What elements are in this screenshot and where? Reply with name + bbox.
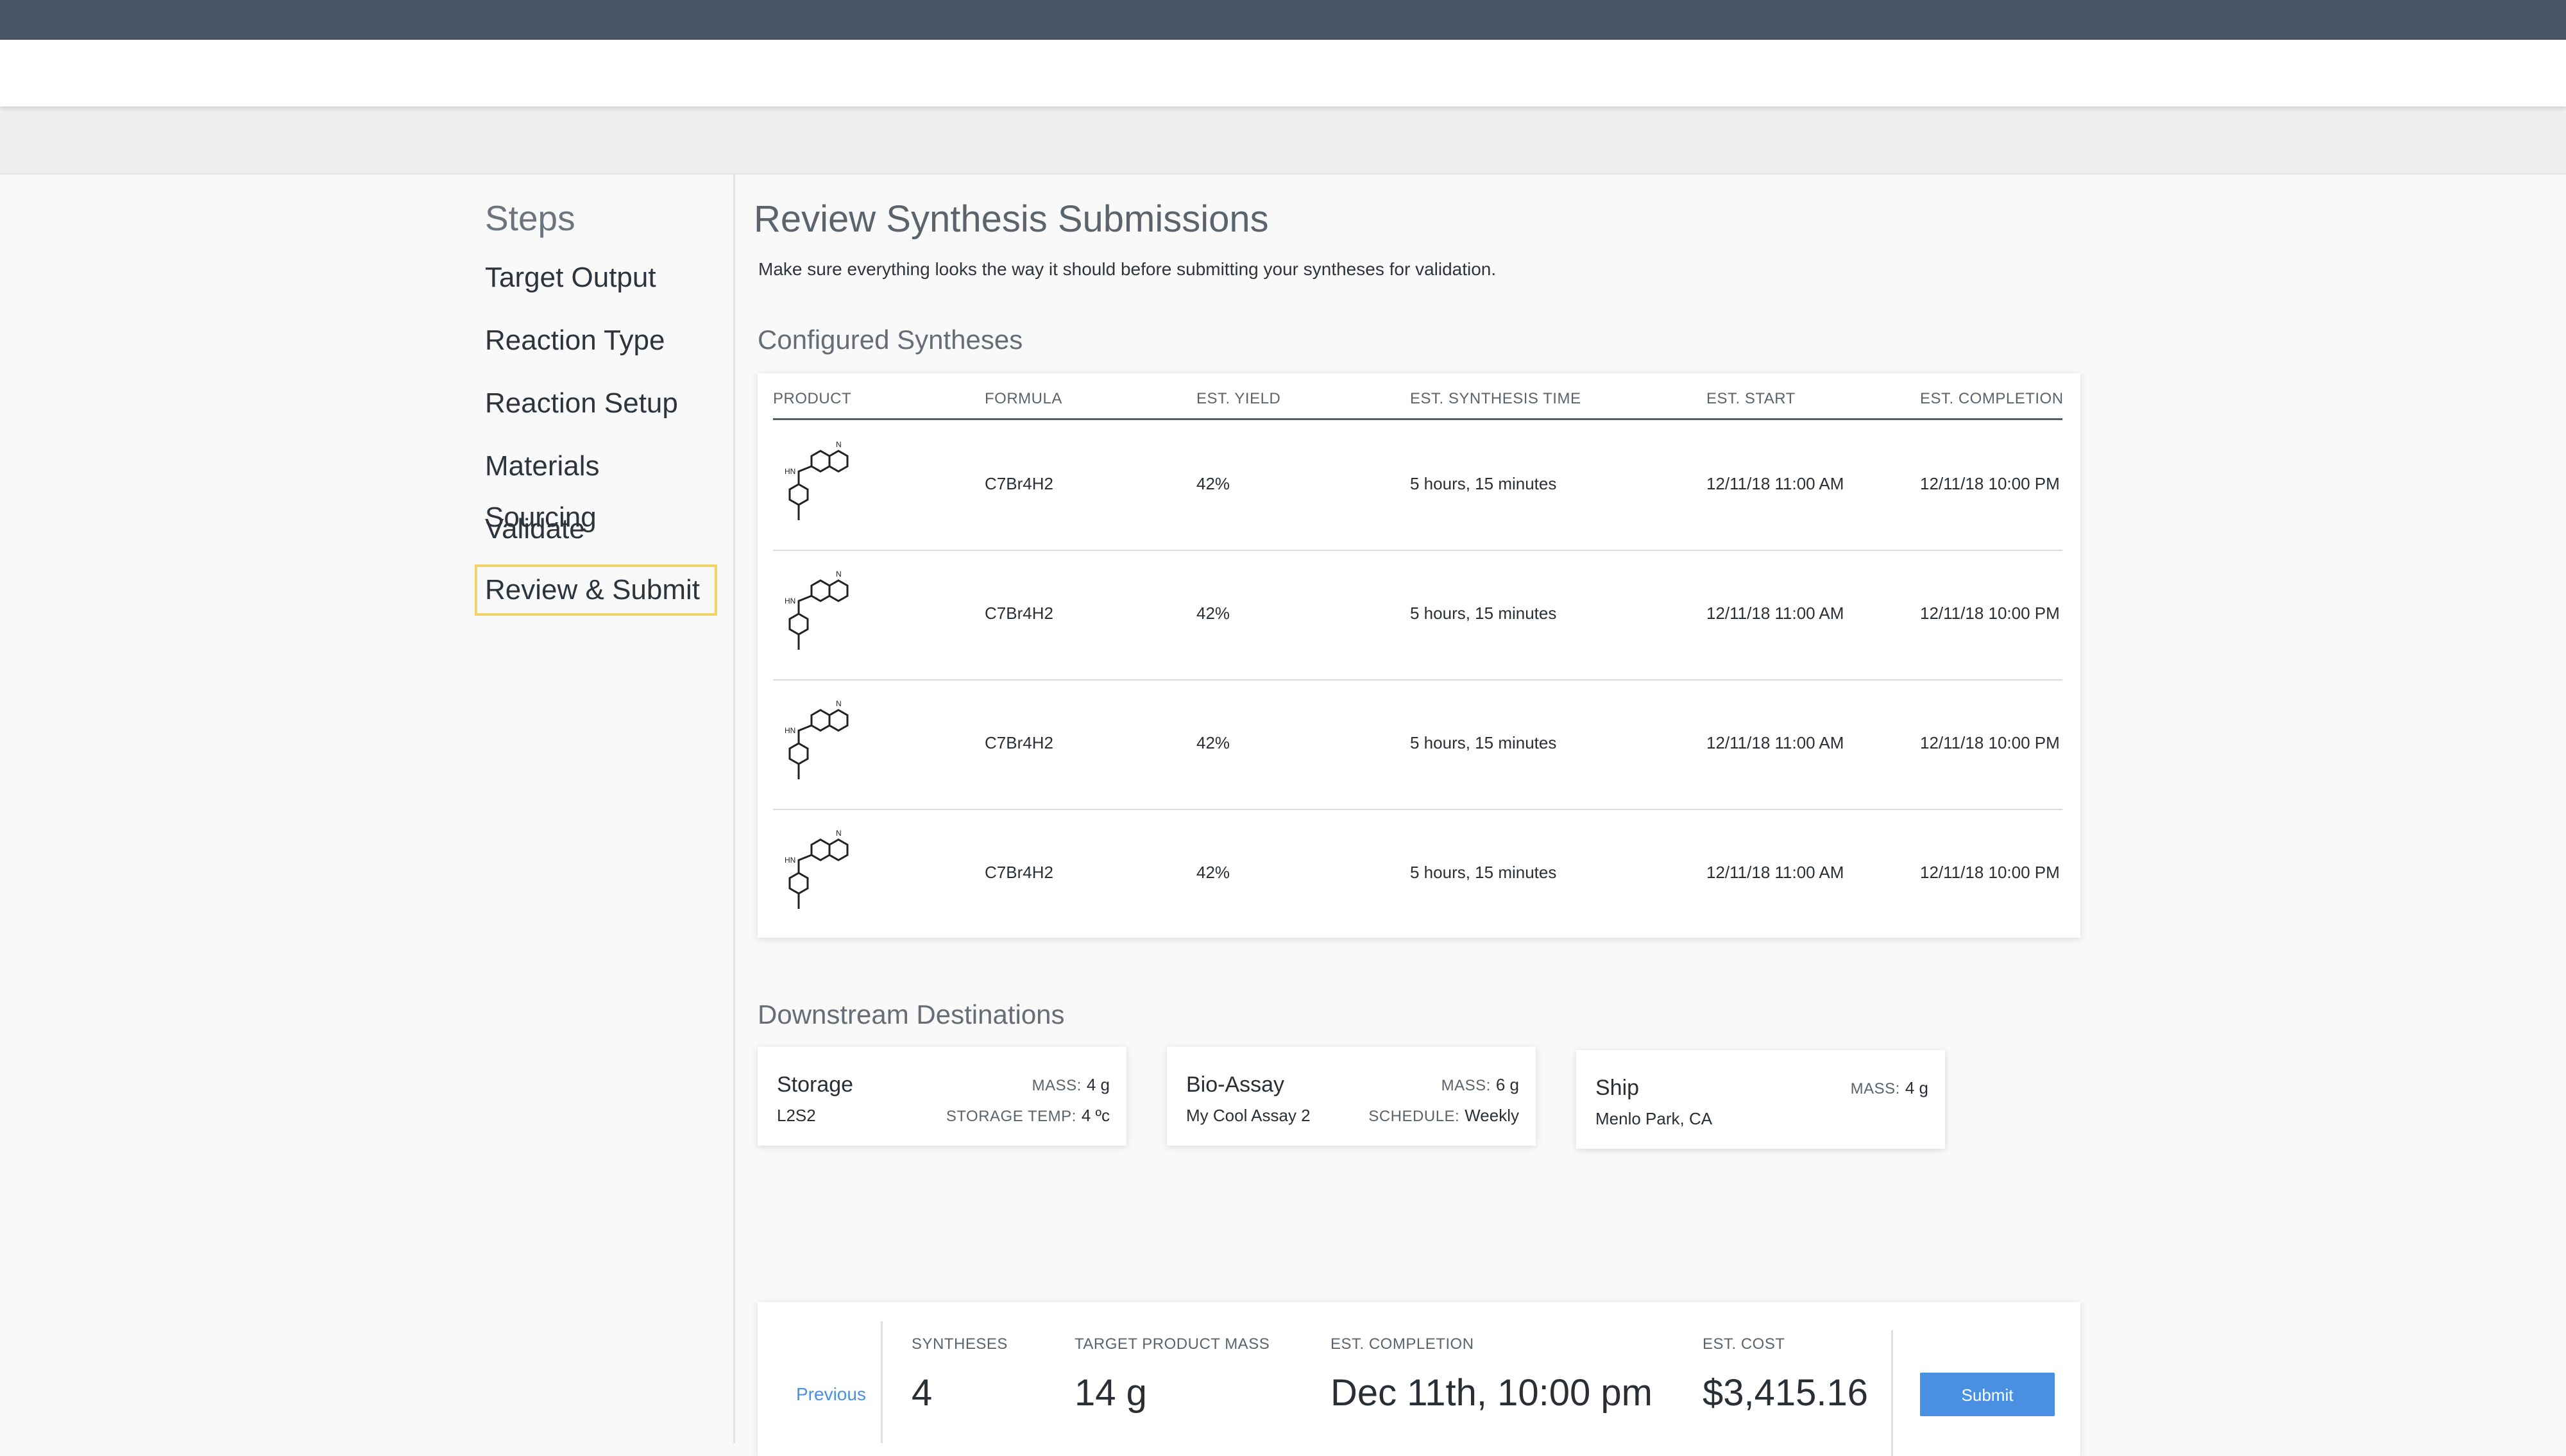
molecule-structure-icon: HN N bbox=[785, 829, 849, 909]
destination-detail: L2S2 bbox=[777, 1106, 816, 1125]
molecule-label-hn: HN bbox=[785, 856, 795, 865]
destination-mass: MASS: 6 g bbox=[1441, 1075, 1519, 1095]
est-completion-label: EST. COMPLETION bbox=[1330, 1335, 1474, 1353]
table-row[interactable]: HN N C7Br4H2 42% 5 hours, 15 minutes 12/… bbox=[773, 679, 2062, 810]
syntheses-label: SYNTHESES bbox=[912, 1335, 1008, 1353]
cell-formula: C7Br4H2 bbox=[985, 604, 1053, 623]
step-validate[interactable]: Validate bbox=[475, 504, 717, 555]
syntheses-table: PRODUCT FORMULA EST. YIELD EST. SYNTHESI… bbox=[758, 373, 2080, 938]
cell-synthesis-time: 5 hours, 15 minutes bbox=[1410, 863, 1557, 882]
est-completion-value: Dec 11th, 10:00 pm bbox=[1330, 1372, 1653, 1414]
cell-yield: 42% bbox=[1196, 474, 1230, 493]
molecule-label-n: N bbox=[836, 699, 842, 708]
table-row[interactable]: HN N C7Br4H2 42% 5 hours, 15 minutes 12/… bbox=[773, 550, 2062, 681]
destination-schedule: SCHEDULE: Weekly bbox=[1368, 1106, 1519, 1126]
page-description: Make sure everything looks the way it sh… bbox=[758, 259, 1497, 279]
col-header-yield: EST. YIELD bbox=[1196, 390, 1281, 407]
cell-synthesis-time: 5 hours, 15 minutes bbox=[1410, 733, 1557, 752]
destination-mass: MASS: 4 g bbox=[1032, 1075, 1110, 1095]
cell-completion: 12/11/18 10:00 PM bbox=[1920, 604, 2060, 623]
step-materials-sourcing[interactable]: Materials Sourcing bbox=[475, 441, 717, 533]
molecule-label-hn: HN bbox=[785, 467, 795, 476]
col-header-product: PRODUCT bbox=[773, 390, 852, 407]
cell-yield: 42% bbox=[1196, 604, 1230, 623]
destination-storage-temp: STORAGE TEMP: 4 ºc bbox=[946, 1106, 1110, 1126]
molecule-label-n: N bbox=[836, 440, 842, 449]
est-cost-label: EST. COST bbox=[1703, 1335, 1785, 1353]
step-review-submit[interactable]: Review & Submit bbox=[475, 564, 717, 616]
cell-formula: C7Br4H2 bbox=[985, 733, 1053, 752]
sub-header-bar bbox=[0, 106, 2566, 174]
cell-start: 12/11/18 11:00 AM bbox=[1706, 733, 1844, 752]
cell-synthesis-time: 5 hours, 15 minutes bbox=[1410, 474, 1557, 493]
submit-button[interactable]: Submit bbox=[1920, 1373, 2055, 1416]
syntheses-count: 4 bbox=[912, 1372, 933, 1414]
cell-formula: C7Br4H2 bbox=[985, 474, 1053, 493]
destination-detail: Menlo Park, CA bbox=[1595, 1109, 1713, 1128]
destination-card-storage[interactable]: Storage L2S2 MASS: 4 g STORAGE TEMP: 4 ºc bbox=[758, 1047, 1126, 1146]
cell-completion: 12/11/18 10:00 PM bbox=[1920, 474, 2060, 493]
table-row[interactable]: HN N C7Br4H2 42% 5 hours, 15 minutes 12/… bbox=[773, 420, 2062, 551]
mass-key: MASS: bbox=[1032, 1077, 1082, 1094]
step-target-output[interactable]: Target Output bbox=[475, 252, 717, 303]
submission-summary-bar: Previous SYNTHESES 4 TARGET PRODUCT MASS… bbox=[758, 1302, 2080, 1456]
schedule-key: SCHEDULE: bbox=[1368, 1108, 1460, 1125]
col-header-synthesis-time: EST. SYNTHESIS TIME bbox=[1410, 390, 1581, 407]
schedule-value: Weekly bbox=[1465, 1106, 1519, 1125]
molecule-structure-icon: HN N bbox=[785, 440, 849, 520]
cell-yield: 42% bbox=[1196, 733, 1230, 752]
mass-value: 4 g bbox=[1086, 1075, 1110, 1094]
mass-value: 4 g bbox=[1905, 1078, 1928, 1097]
cell-yield: 42% bbox=[1196, 863, 1230, 882]
mass-key: MASS: bbox=[1441, 1077, 1491, 1094]
downstream-destinations-title: Downstream Destinations bbox=[758, 999, 1065, 1029]
footer-divider bbox=[881, 1321, 883, 1443]
mass-key: MASS: bbox=[1850, 1080, 1900, 1097]
cell-start: 12/11/18 11:00 AM bbox=[1706, 604, 1844, 623]
destination-name: Ship bbox=[1595, 1076, 1640, 1100]
storage-temp-value: 4 ºc bbox=[1081, 1106, 1110, 1125]
cell-start: 12/11/18 11:00 AM bbox=[1706, 863, 1844, 882]
storage-temp-key: STORAGE TEMP: bbox=[946, 1108, 1076, 1125]
mass-value: 6 g bbox=[1495, 1075, 1519, 1094]
sidebar-divider bbox=[733, 174, 735, 1443]
destination-mass: MASS: 4 g bbox=[1851, 1078, 1928, 1098]
configured-syntheses-title: Configured Syntheses bbox=[758, 325, 1023, 355]
destination-name: Bio-Assay bbox=[1186, 1072, 1285, 1097]
molecule-label-n: N bbox=[836, 829, 842, 838]
col-header-completion: EST. COMPLETION bbox=[1920, 390, 2064, 407]
footer-divider bbox=[1891, 1330, 1893, 1456]
target-mass-label: TARGET PRODUCT MASS bbox=[1075, 1335, 1270, 1353]
est-cost-value: $3,415.16 bbox=[1703, 1372, 1869, 1414]
cell-start: 12/11/18 11:00 AM bbox=[1706, 474, 1844, 493]
target-mass-value: 14 g bbox=[1075, 1372, 1147, 1414]
molecule-label-n: N bbox=[836, 570, 842, 579]
cell-synthesis-time: 5 hours, 15 minutes bbox=[1410, 604, 1557, 623]
cell-formula: C7Br4H2 bbox=[985, 863, 1053, 882]
previous-link[interactable]: Previous bbox=[796, 1384, 866, 1405]
step-reaction-setup[interactable]: Reaction Setup bbox=[475, 378, 717, 429]
col-header-formula: FORMULA bbox=[985, 390, 1062, 407]
molecule-structure-icon: HN N bbox=[785, 699, 849, 779]
header-bar bbox=[0, 40, 2566, 106]
molecule-label-hn: HN bbox=[785, 726, 795, 735]
molecule-structure-icon: HN N bbox=[785, 570, 849, 650]
cell-completion: 12/11/18 10:00 PM bbox=[1920, 733, 2060, 752]
steps-title: Steps bbox=[485, 198, 575, 238]
col-header-start: EST. START bbox=[1706, 390, 1796, 407]
page-title: Review Synthesis Submissions bbox=[754, 198, 1269, 240]
destination-detail: My Cool Assay 2 bbox=[1186, 1106, 1311, 1125]
cell-completion: 12/11/18 10:00 PM bbox=[1920, 863, 2060, 882]
table-row[interactable]: HN N C7Br4H2 42% 5 hours, 15 minutes 12/… bbox=[773, 809, 2062, 938]
destination-name: Storage bbox=[777, 1072, 854, 1097]
top-app-bar bbox=[0, 0, 2566, 40]
destination-card-bio-assay[interactable]: Bio-Assay My Cool Assay 2 MASS: 6 g SCHED… bbox=[1167, 1047, 1536, 1146]
destination-card-ship[interactable]: Ship Menlo Park, CA MASS: 4 g bbox=[1576, 1050, 1945, 1149]
step-reaction-type[interactable]: Reaction Type bbox=[475, 315, 717, 366]
molecule-label-hn: HN bbox=[785, 597, 795, 605]
